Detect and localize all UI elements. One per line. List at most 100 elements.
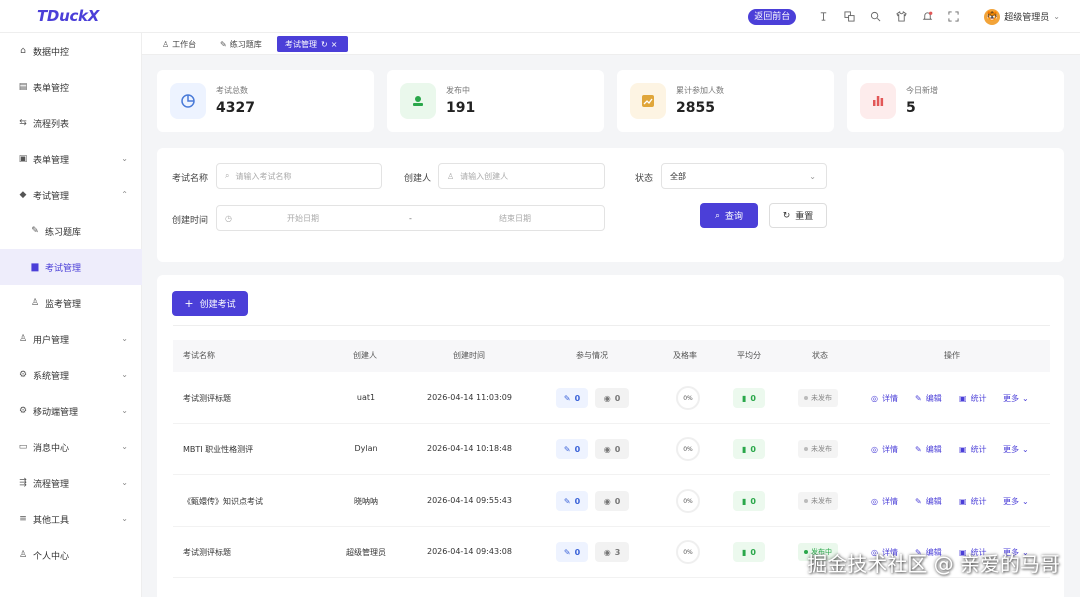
status-select[interactable]: 全部 ⌄ xyxy=(661,163,827,189)
end-date-input[interactable]: 结束日期 xyxy=(499,213,531,224)
edit-link[interactable]: ✎ 编辑 xyxy=(915,444,942,455)
sidebar-item-process[interactable]: ⇶ 流程管理 ⌄ xyxy=(0,465,142,501)
stats-link[interactable]: ▣ 统计 xyxy=(959,496,987,507)
tab-exam-manage[interactable]: 考试管理 ↻ × xyxy=(277,36,349,52)
refresh-icon[interactable]: ↻ xyxy=(321,40,328,49)
sidebar-item-system[interactable]: ⚙ 系统管理 ⌄ xyxy=(0,357,142,393)
submit-count[interactable]: ✎ 0 xyxy=(556,542,588,562)
view-count[interactable]: ◉ 0 xyxy=(595,491,629,511)
op-label: 更多 xyxy=(1003,497,1019,506)
exam-name-input[interactable]: ⌕ 请输入考试名称 xyxy=(216,163,382,189)
sidebar-item-data-center[interactable]: ⌂ 数据中控 xyxy=(0,33,142,69)
eye-icon: ◉ xyxy=(603,496,611,506)
create-exam-button[interactable]: + 创建考试 xyxy=(172,291,248,316)
count-value: 0 xyxy=(614,393,621,403)
avg-score: ▮ 0 xyxy=(733,439,765,459)
sidebar-item-label: 练习题库 xyxy=(45,227,82,238)
op-label: 编辑 xyxy=(925,497,942,506)
more-dropdown[interactable]: 更多 ⌄ xyxy=(1003,393,1029,404)
bell-icon[interactable] xyxy=(917,7,937,27)
date-range-picker[interactable]: ◷ 开始日期 - 结束日期 xyxy=(216,205,605,231)
button-label: 重置 xyxy=(795,212,814,222)
back-to-frontend-button[interactable]: 返回前台 xyxy=(748,8,797,25)
stats-link[interactable]: ▣ 统计 xyxy=(959,444,987,455)
sidebar-item-label: 流程列表 xyxy=(33,119,70,130)
stat-label: 发布中 xyxy=(446,86,470,95)
sidebar-item-proctor[interactable]: ♙ 监考管理 xyxy=(0,285,142,321)
sidebar-item-form-control[interactable]: ▤ 表单管控 xyxy=(0,69,142,105)
bar-icon: ▮ xyxy=(742,547,747,557)
exam-name[interactable]: 《甄嬛传》知识点考试 xyxy=(183,496,263,507)
sidebar-item-mobile[interactable]: ⚙ 移动端管理 ⌄ xyxy=(0,393,142,429)
submit-count[interactable]: ✎ 0 xyxy=(556,439,588,459)
pass-rate-ring: 0% xyxy=(676,489,700,513)
stats-link[interactable]: ▣ 统计 xyxy=(959,393,987,404)
sidebar-item-form-manage[interactable]: ▣ 表单管理 ⌄ xyxy=(0,141,142,177)
query-button[interactable]: ⌕ 查询 xyxy=(700,203,758,228)
divider xyxy=(173,325,1050,326)
settings-icon: ⚙ xyxy=(18,370,28,380)
view-count[interactable]: ◉ 0 xyxy=(595,388,629,408)
tab-workbench[interactable]: ♙ 工作台 xyxy=(158,36,200,52)
translate-icon[interactable] xyxy=(839,7,859,27)
view-count[interactable]: ◉ 3 xyxy=(595,542,629,562)
status-badge: 未发布 xyxy=(798,492,838,510)
create-time: 2026-04-14 10:18:48 xyxy=(427,444,512,453)
edit-icon: ✎ xyxy=(563,444,571,454)
search-icon: ⌕ xyxy=(714,210,721,221)
status-dot xyxy=(804,447,808,451)
count-value: 3 xyxy=(614,547,621,557)
eye-icon: ◉ xyxy=(603,444,611,454)
detail-link[interactable]: ◎ 详情 xyxy=(871,444,898,455)
app-logo[interactable]: TDuckX xyxy=(37,7,99,25)
sidebar-item-profile[interactable]: ♙ 个人中心 xyxy=(0,537,142,573)
submit-count[interactable]: ✎ 0 xyxy=(556,388,588,408)
exam-name[interactable]: MBTI 职业性格测评 xyxy=(183,444,253,455)
sidebar-item-messages[interactable]: ▭ 消息中心 ⌄ xyxy=(0,429,142,465)
creator-input[interactable]: ♙ 请输入创建人 xyxy=(438,163,605,189)
more-dropdown[interactable]: 更多 ⌄ xyxy=(1003,496,1029,507)
op-label: 更多 xyxy=(1003,394,1019,403)
count-value: 0 xyxy=(574,444,581,454)
placeholder-text: 请输入创建人 xyxy=(460,171,509,181)
sidebar-item-practice-bank[interactable]: ✎ 练习题库 xyxy=(0,213,142,249)
count-value: 0 xyxy=(574,496,581,506)
detail-link[interactable]: ◎ 详情 xyxy=(871,393,898,404)
sidebar-item-tools[interactable]: ≡ 其他工具 ⌄ xyxy=(0,501,142,537)
search-icon[interactable] xyxy=(865,7,885,27)
shirt-icon[interactable] xyxy=(891,7,911,27)
exam-name[interactable]: 考试测评标题 xyxy=(183,393,231,404)
view-count[interactable]: ◉ 0 xyxy=(595,439,629,459)
pin-icon[interactable] xyxy=(813,7,833,27)
exam-name[interactable]: 考试测评标题 xyxy=(183,547,231,558)
detail-link[interactable]: ◎ 详情 xyxy=(871,496,898,507)
chevron-down-icon: ⌄ xyxy=(121,370,128,379)
fullscreen-icon[interactable] xyxy=(943,7,963,27)
edit-link[interactable]: ✎ 编辑 xyxy=(915,496,942,507)
stat-label: 今日新增 xyxy=(906,86,938,95)
avatar[interactable]: 🐯 xyxy=(984,8,1001,25)
process-icon: ⇶ xyxy=(19,478,27,488)
more-dropdown[interactable]: 更多 ⌄ xyxy=(1003,444,1029,455)
sidebar-item-users[interactable]: ♙ 用户管理 ⌄ xyxy=(0,321,142,357)
sidebar-item-exam-list[interactable]: ▆ 考试管理 xyxy=(0,249,142,285)
chevron-down-icon: ⌄ xyxy=(121,442,128,451)
close-icon[interactable]: × xyxy=(331,40,338,49)
column-header: 考试名称 xyxy=(183,351,215,360)
user-name[interactable]: 超级管理员 xyxy=(1004,10,1049,23)
op-label: 更多 xyxy=(1003,445,1019,454)
edit-link[interactable]: ✎ 编辑 xyxy=(915,393,942,404)
sidebar-item-label: 表单管理 xyxy=(33,155,70,166)
chevron-down-icon[interactable]: ⌄ xyxy=(1053,12,1060,21)
start-date-input[interactable]: 开始日期 xyxy=(287,213,319,224)
reset-button[interactable]: ↻ 重置 xyxy=(769,203,827,228)
op-label: 统计 xyxy=(970,497,987,506)
sidebar-item-exam-manage[interactable]: ◆ 考试管理 ⌃ xyxy=(0,177,142,213)
tab-practice-bank[interactable]: ✎ 练习题库 xyxy=(216,36,266,52)
sidebar-item-label: 考试管理 xyxy=(45,263,82,274)
chevron-up-icon: ⌃ xyxy=(121,190,128,199)
creator-label: 创建人 xyxy=(404,174,432,184)
sidebar-item-flow-list[interactable]: ⇆ 流程列表 xyxy=(0,105,142,141)
status-badge: 未发布 xyxy=(798,440,838,458)
submit-count[interactable]: ✎ 0 xyxy=(556,491,588,511)
